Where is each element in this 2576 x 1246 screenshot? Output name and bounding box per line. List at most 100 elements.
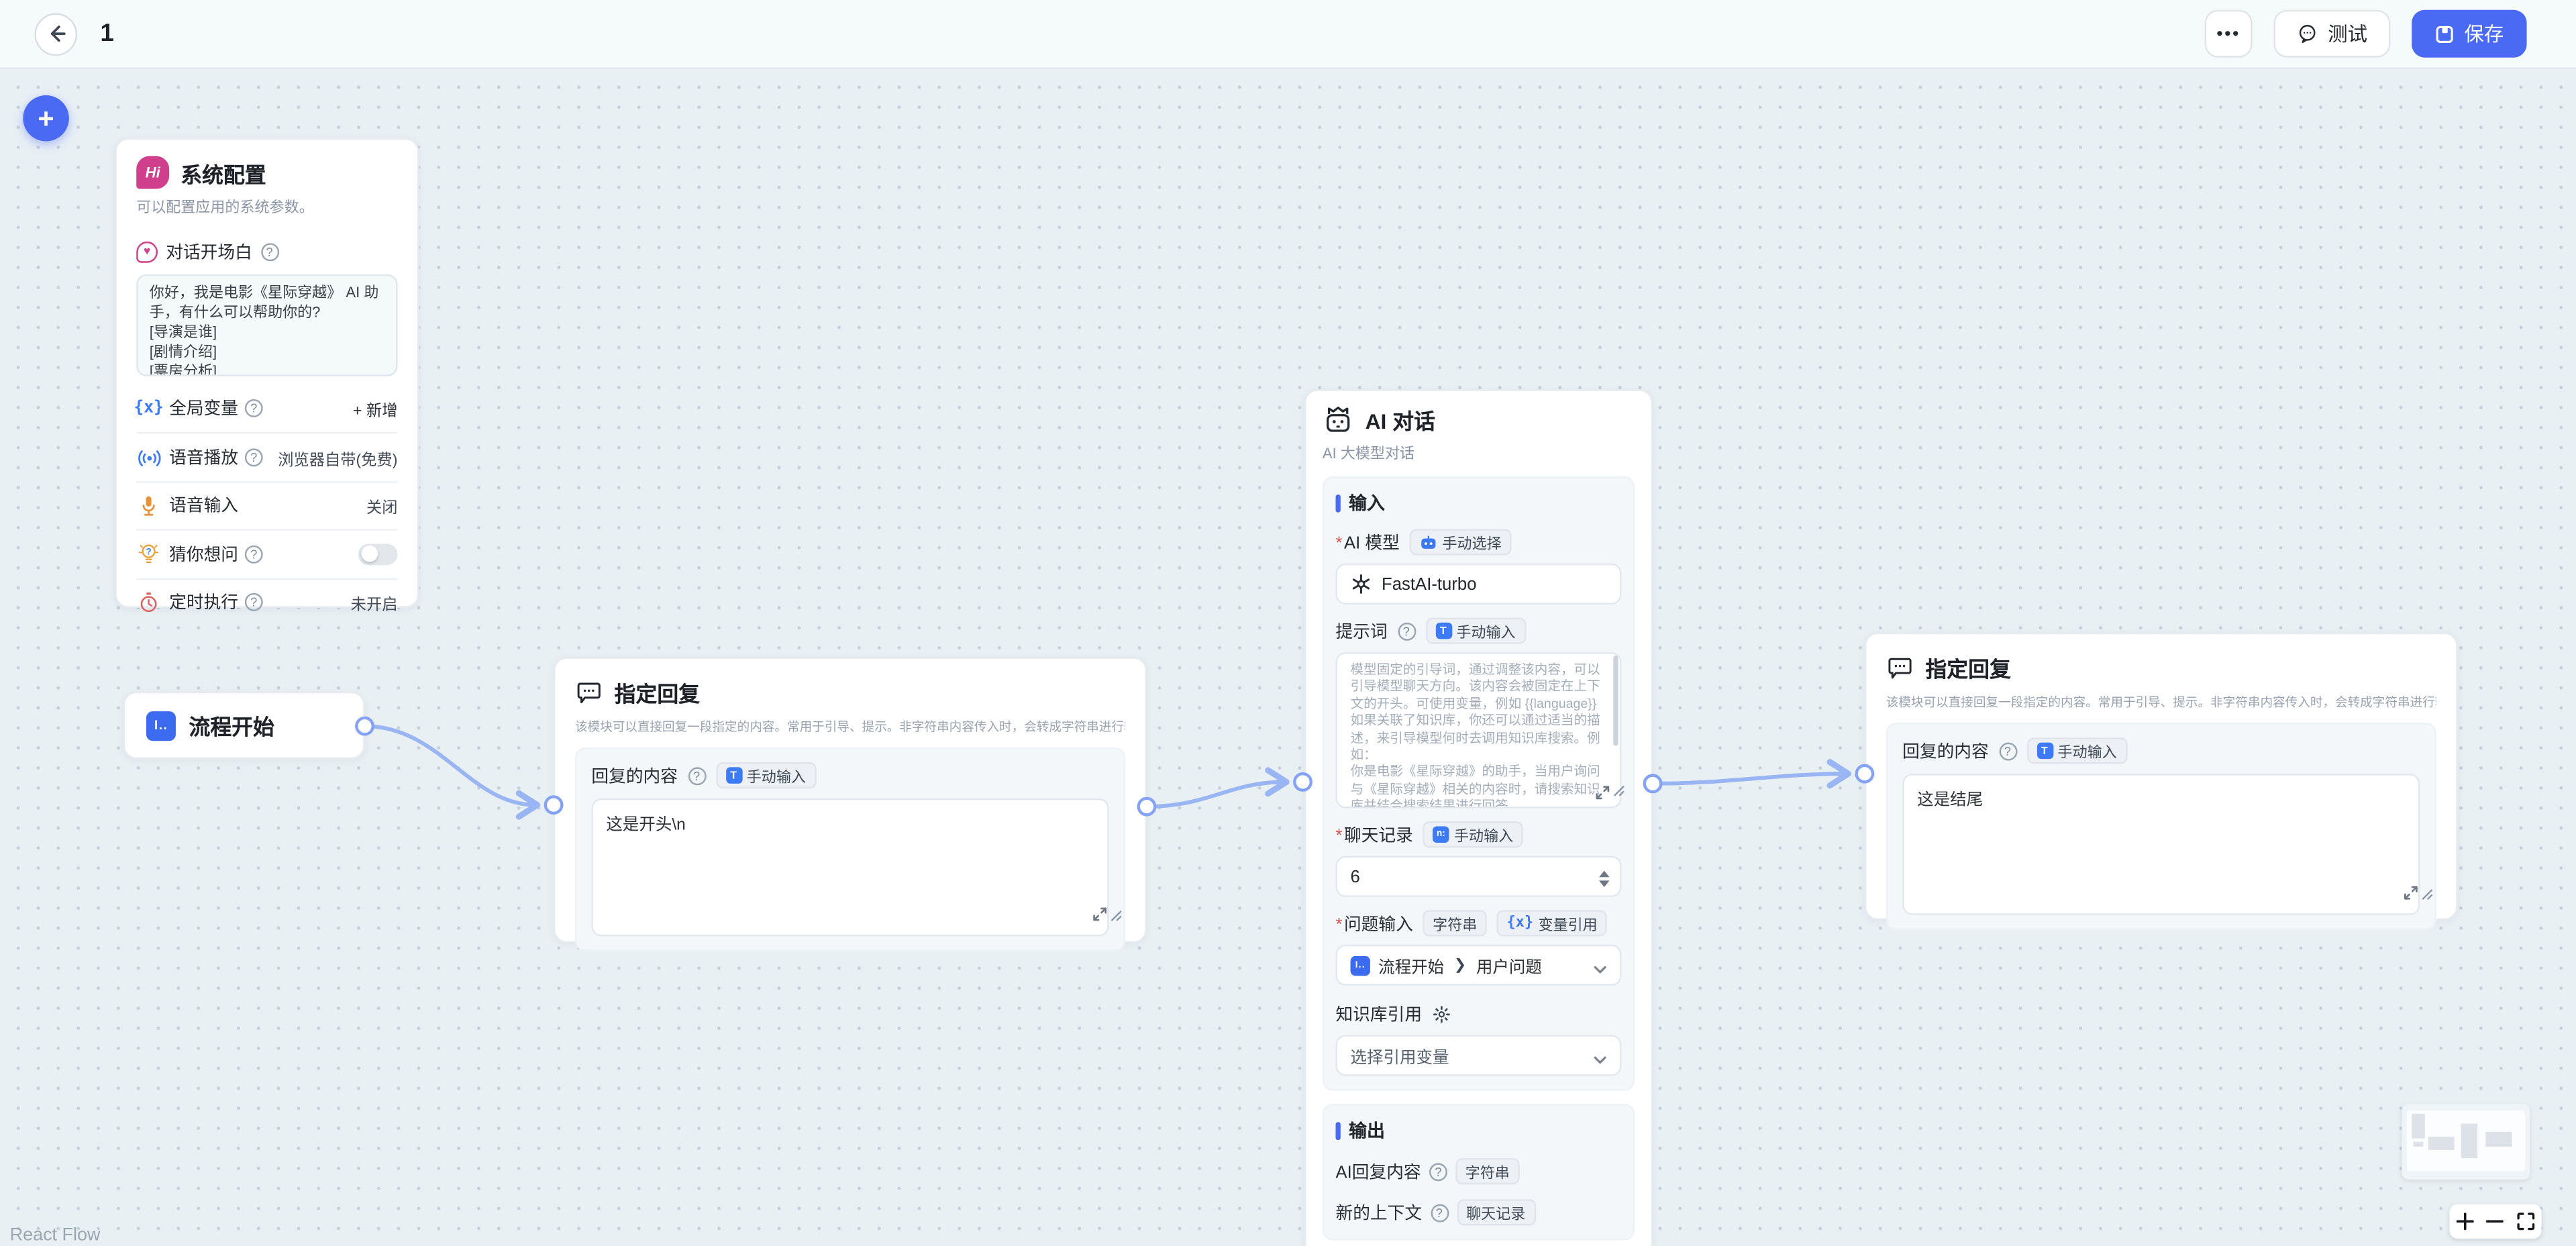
help-icon[interactable] [1397,622,1415,640]
reply-content-label: 回复的内容 [1902,739,1989,764]
back-button[interactable] [34,12,77,55]
edge-ai-to-reply[interactable] [1653,774,1847,784]
braces-variable-icon: {x} [136,399,161,417]
manual-input-tag[interactable]: T 手动输入 [2026,737,2126,764]
reply-node-right[interactable]: 指定回复 该模块可以直接回复一段指定的内容。常用于引导、提示。非字符串内容传入时… [1865,633,2458,920]
prompt-textarea[interactable]: 模型固定的引导词，通过调整该内容，可以引导模型聊天方向。该内容会被固定在上下文的… [1336,652,1622,809]
flow-start-node[interactable]: I.. 流程开始 [123,692,365,759]
stepper-down-icon[interactable] [1598,880,1610,886]
save-button[interactable]: 保存 [2412,10,2526,58]
help-icon[interactable] [688,766,706,784]
help-icon[interactable] [245,449,263,467]
row-global-variables[interactable]: {x} 全局变量 + 新增 [136,384,397,433]
chat-history-label: 聊天记录 [1336,822,1413,847]
string-type-tag[interactable]: 字符串 [1423,910,1487,936]
input-cursor-icon: I.. [1351,955,1370,975]
chat-history-number-input[interactable]: 6 [1336,856,1622,897]
ai-dialog-node[interactable]: AI 对话 AI 大模型对话 输入 AI 模型 手动选择 [1304,389,1653,1246]
system-config-node[interactable]: Hi 系统配置 可以配置应用的系统参数。 ♥ 对话开场白 你好，我是电影《星际穿… [115,138,419,608]
opening-label: 对话开场白 [166,240,252,264]
expand-icon[interactable] [2404,886,2418,900]
test-button-label: 测试 [2328,19,2367,48]
edge-reply-to-ai[interactable] [1147,782,1285,807]
reply-content-textarea[interactable]: 这是结尾 [1902,774,2420,915]
react-flow-attribution[interactable]: React Flow [10,1225,101,1244]
manual-input-tag[interactable]: T 手动输入 [715,762,815,788]
manual-select-tag[interactable]: 手动选择 [1410,529,1512,555]
edge-start-to-reply[interactable] [365,726,536,805]
row-voice-input[interactable]: 语音输入 关闭 [136,481,397,529]
number-input-icon: n: [1433,827,1449,843]
stepper-up-icon[interactable] [1598,870,1610,876]
save-icon [2434,24,2454,44]
add-variable-button[interactable]: + 新增 [353,397,398,420]
minimap-node-rect [2412,1114,2425,1139]
resize-handle-icon[interactable] [1111,910,1122,921]
number-stepper [1598,858,1610,898]
plus-icon [2456,1212,2474,1231]
reply-node-left[interactable]: 指定回复 该模块可以直接回复一段指定的内容。常用于引导、提示。非字符串内容传入时… [554,657,1147,943]
reply-content-textarea[interactable]: 这是开头\n [591,798,1109,937]
canvas-controls [2449,1204,2541,1239]
bulb-question-icon: ? [136,543,161,566]
guess-ask-toggle[interactable] [358,543,398,565]
ai-model-value: FastAI-turbo [1382,574,1476,594]
zoom-in-button[interactable] [2452,1204,2478,1239]
expand-icon[interactable] [1092,906,1107,921]
manual-input-tag[interactable]: T 手动输入 [1425,618,1525,644]
question-ref-select[interactable]: I.. 流程开始 ❯ 用户问题 [1336,945,1622,986]
text-input-icon: T [1435,623,1451,639]
flow-editor: 1 ••• 测试 保存 + [0,0,2576,1246]
resize-handle-icon[interactable] [1613,785,1625,796]
row-voice-playback[interactable]: 语音播放 浏览器自带(免费) [136,433,397,481]
gear-icon[interactable] [1432,1005,1450,1023]
help-icon[interactable] [1998,741,2016,760]
ai-input-panel: 输入 AI 模型 手动选择 [1323,476,1635,1091]
ai-model-select[interactable]: FastAI-turbo [1336,564,1622,605]
textarea-corner [1092,906,1122,921]
resize-handle-icon[interactable] [2422,889,2433,900]
expand-icon[interactable] [1595,785,1610,800]
question-input-label: 问题输入 [1336,911,1413,936]
kb-ref-select[interactable]: 选择引用变量 [1336,1035,1622,1076]
opening-textarea[interactable]: 你好，我是电影《星际穿越》 AI 助手，有什么可以帮助你的? [导演是谁] [剧… [136,274,397,376]
fit-view-button[interactable] [2513,1204,2539,1239]
svg-text:?: ? [146,547,151,557]
ellipsis-icon: ••• [2216,24,2240,44]
more-button[interactable]: ••• [2205,10,2253,58]
help-icon[interactable] [245,546,263,564]
row-guess-ask[interactable]: ? 猜你想问 [136,529,397,578]
minimap[interactable] [2402,1104,2530,1180]
chevron-down-icon [1594,961,1607,979]
chat-history-value: 6 [1351,866,1360,886]
add-node-button[interactable]: + [23,95,69,142]
minimap-node-rect [2428,1137,2455,1150]
help-icon[interactable] [245,593,263,611]
help-icon[interactable] [245,399,263,417]
node-description: 该模块可以直接回复一段指定的内容。常用于引导、提示。非字符串内容传入时，会转成字… [1886,693,2436,711]
textarea-corner [2404,886,2433,900]
minimap-node-rect [2461,1124,2477,1158]
variable-ref-tag[interactable]: {x} 变量引用 [1497,910,1608,936]
node-title: AI 对话 [1366,404,1435,435]
node-description: 该模块可以直接回复一段指定的内容。常用于引导、提示。非字符串内容传入时，会转成字… [575,718,1125,736]
node-title: 指定回复 [615,677,700,709]
textarea-scrollbar[interactable] [1613,656,1618,746]
toggle-knob [360,546,376,562]
microphone-icon [136,495,161,517]
flow-canvas[interactable]: + Hi 系统配置 可以配置应用的系统参数。 [0,69,2576,1246]
row-scheduled-run[interactable]: 定时执行 未开启 [136,578,397,626]
help-icon[interactable] [260,243,278,261]
reply-content-label: 回复的内容 [591,763,678,788]
test-button[interactable]: 测试 [2273,10,2390,58]
help-icon[interactable] [1429,1162,1447,1180]
robot-crown-icon [1323,404,1354,435]
top-bar-actions: ••• 测试 保存 [2205,10,2527,58]
help-icon[interactable] [1430,1203,1448,1221]
manual-input-tag[interactable]: n: 手动输入 [1423,821,1523,847]
page-title: 1 [100,19,113,48]
zoom-out-button[interactable] [2482,1204,2508,1239]
ai-model-label: AI 模型 [1336,530,1400,555]
node-title: 系统配置 [181,157,266,189]
kb-ref-label: 知识库引用 [1336,1002,1423,1027]
